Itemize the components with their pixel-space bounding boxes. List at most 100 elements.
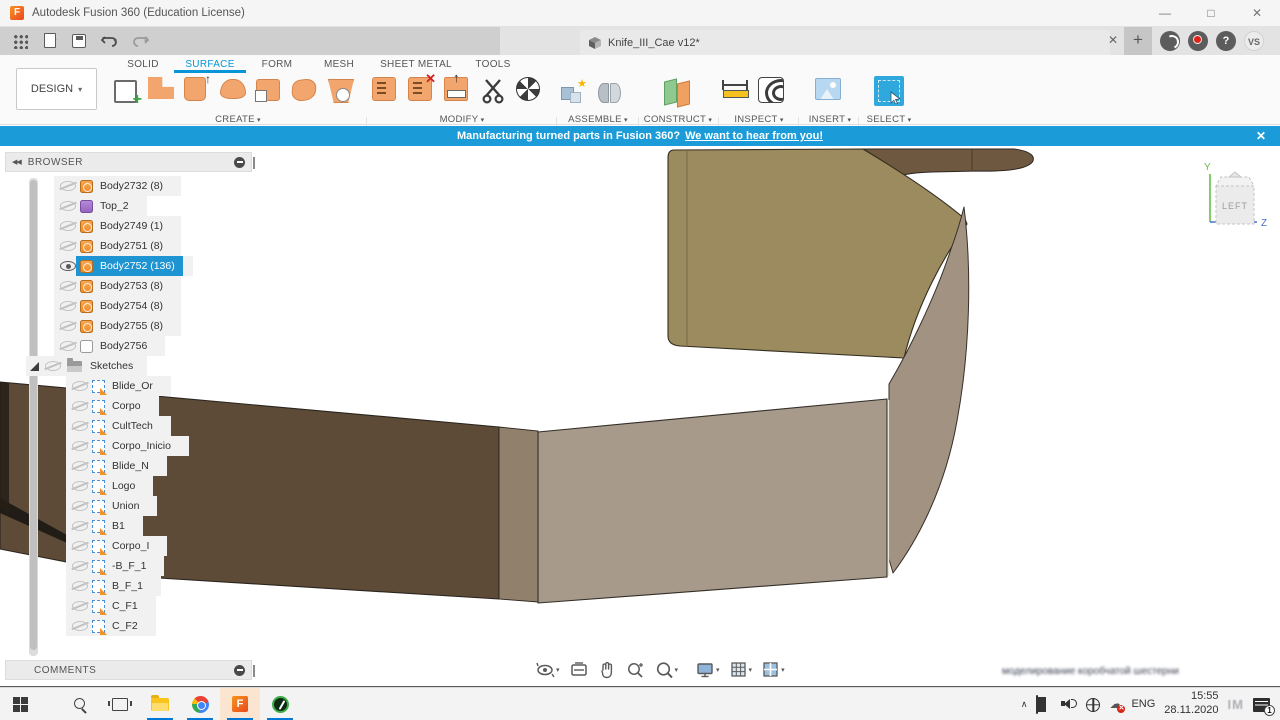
ruled-surface-icon[interactable] [328, 79, 354, 103]
new-component-icon[interactable] [560, 75, 588, 107]
fusion360-taskbar-icon[interactable]: F [220, 687, 260, 720]
browser-item-sketch-b1[interactable]: B1 [66, 516, 143, 536]
visibility-eye-icon[interactable] [60, 321, 76, 331]
volume-icon[interactable] [1061, 697, 1078, 713]
action-center-icon[interactable]: 1 [1253, 697, 1275, 716]
view-cube[interactable]: Y Z LEFT [1204, 162, 1267, 229]
visibility-eye-icon[interactable] [72, 421, 88, 431]
browser-item-body2751-8-[interactable]: Body2751 (8) [54, 236, 182, 256]
display-settings-button[interactable]: ▾ [693, 659, 723, 681]
model-slab-side-face[interactable] [498, 426, 539, 603]
create-group-label[interactable]: CREATE [112, 114, 364, 125]
chrome-icon[interactable] [180, 688, 220, 720]
insert-image-icon[interactable] [815, 78, 841, 100]
visibility-eye-icon[interactable] [72, 561, 88, 571]
visibility-eye-icon[interactable] [45, 361, 61, 371]
grid-settings-button[interactable]: ▾ [727, 659, 756, 681]
job-status-icon[interactable] [1160, 31, 1180, 51]
visibility-eye-icon[interactable] [72, 521, 88, 531]
workspace-selector[interactable]: DESIGN [16, 68, 97, 110]
look-at-button[interactable] [567, 659, 591, 681]
ribbon-tab-solid[interactable]: SOLID [112, 57, 174, 73]
create-sketch-icon[interactable] [112, 75, 142, 109]
visibility-eye-icon[interactable] [72, 441, 88, 451]
visibility-eye-icon[interactable] [72, 461, 88, 471]
browser-item-sketch-c-f1[interactable]: C_F1 [66, 596, 156, 616]
notifications-icon[interactable] [1188, 31, 1208, 51]
browser-item-body2749-1-[interactable]: Body2749 (1) [54, 216, 182, 236]
browser-item-sketch-logo[interactable]: Logo [66, 476, 154, 496]
close-button[interactable]: ✕ [1234, 0, 1280, 27]
browser-item-body2732-8-[interactable]: Body2732 (8) [54, 176, 182, 196]
undo-caret[interactable]: ▾ [114, 37, 118, 45]
zoom-window-button[interactable]: ▾ [652, 659, 682, 681]
app-grid-icon[interactable] [12, 33, 28, 49]
section-analysis-icon[interactable] [758, 77, 784, 103]
browser-resize-grip[interactable] [253, 157, 255, 169]
pan-button[interactable] [595, 659, 619, 681]
start-button[interactable] [0, 688, 40, 720]
visibility-eye-icon[interactable] [60, 281, 76, 291]
browser-item-body2753-8-[interactable]: Body2753 (8) [54, 276, 182, 296]
browser-item-sketch-union[interactable]: Union [66, 496, 158, 516]
select-group-label[interactable]: SELECT [862, 114, 916, 125]
expand-triangle-icon[interactable] [30, 361, 39, 371]
browser-scrollbar[interactable] [29, 178, 38, 656]
orbit-button[interactable]: ▾ [533, 659, 563, 681]
visibility-eye-icon[interactable] [60, 261, 76, 271]
delete-face-icon[interactable] [408, 71, 436, 101]
browser-item-sketch-corpo-i[interactable]: Corpo_I [66, 536, 168, 556]
viewports-button[interactable]: ▾ [759, 659, 788, 681]
coreldraw-icon[interactable] [260, 688, 300, 720]
banner-link[interactable]: We want to hear from you! [685, 130, 823, 142]
visibility-eye-icon[interactable] [72, 501, 88, 511]
redo-caret[interactable]: ▾ [144, 37, 148, 45]
visibility-eye-icon[interactable] [60, 341, 76, 351]
revolve-icon[interactable] [184, 72, 211, 101]
modify-group-label[interactable]: MODIFY [372, 114, 552, 125]
onedrive-error-icon[interactable]: ☁ [1109, 696, 1126, 713]
minimize-button[interactable]: — [1142, 0, 1188, 27]
measure-icon[interactable] [722, 75, 750, 107]
browser-panel-header[interactable]: ◀◀ BROWSER [5, 152, 255, 172]
browser-item-sketch-corpo-inicio[interactable]: Corpo_Inicio [66, 436, 189, 456]
sweep-icon[interactable] [220, 79, 246, 99]
network-icon[interactable] [1086, 697, 1101, 712]
document-tab-close-icon[interactable]: ✕ [1104, 33, 1122, 47]
visibility-eye-icon[interactable] [60, 301, 76, 311]
browser-item-sketches-folder[interactable]: Sketches [26, 356, 148, 376]
browser-item-body2756[interactable]: Body2756 [54, 336, 166, 356]
browser-item-body2752-136-[interactable]: Body2752 (136) [54, 256, 193, 276]
extrude-icon[interactable] [148, 77, 174, 99]
model-viewport[interactable]: Y Z LEFT ◀◀ BROWSER Body2732 (8) Top_2 Bod… [0, 146, 1280, 686]
browser-item-body2754-8-[interactable]: Body2754 (8) [54, 296, 182, 316]
visibility-eye-icon[interactable] [60, 241, 76, 251]
ribbon-tab-sheet-metal[interactable]: SHEET METAL [370, 57, 462, 73]
trim-lines-icon[interactable] [372, 77, 396, 101]
view-cube-face-label[interactable]: LEFT [1222, 201, 1248, 211]
file-menu-icon[interactable] [44, 33, 56, 48]
visibility-eye-icon[interactable] [72, 581, 88, 591]
visibility-eye-icon[interactable] [72, 601, 88, 611]
browser-collapse-icon[interactable]: ◀◀ [12, 158, 22, 166]
visibility-eye-icon[interactable] [60, 201, 76, 211]
battery-icon[interactable] [1036, 695, 1052, 714]
inspect-group-label[interactable]: INSPECT [722, 114, 796, 125]
visibility-eye-icon[interactable] [72, 401, 88, 411]
zoom-button[interactable] [623, 659, 648, 681]
browser-item-sketch-b-f-1[interactable]: B_F_1 [66, 576, 161, 596]
new-document-tab-button[interactable]: + [1124, 27, 1152, 55]
select-tool-icon[interactable] [874, 76, 904, 106]
visibility-eye-icon[interactable] [60, 181, 76, 191]
press-pull-icon[interactable] [444, 70, 468, 101]
browser-options-icon[interactable] [234, 156, 245, 168]
visibility-eye-icon[interactable] [60, 221, 76, 231]
visibility-eye-icon[interactable] [72, 381, 88, 391]
clock[interactable]: 15:55 28.11.2020 [1164, 690, 1218, 718]
construct-group-label[interactable]: CONSTRUCT [642, 114, 714, 125]
browser-item-sketch--b-f-1[interactable]: -B_F_1 [66, 556, 165, 576]
language-indicator[interactable]: ENG [1131, 698, 1155, 710]
browser-item-sketch-blide-or[interactable]: Blide_Or [66, 376, 171, 396]
browser-item-body2755-8-[interactable]: Body2755 (8) [54, 316, 182, 336]
save-icon[interactable] [71, 34, 86, 48]
